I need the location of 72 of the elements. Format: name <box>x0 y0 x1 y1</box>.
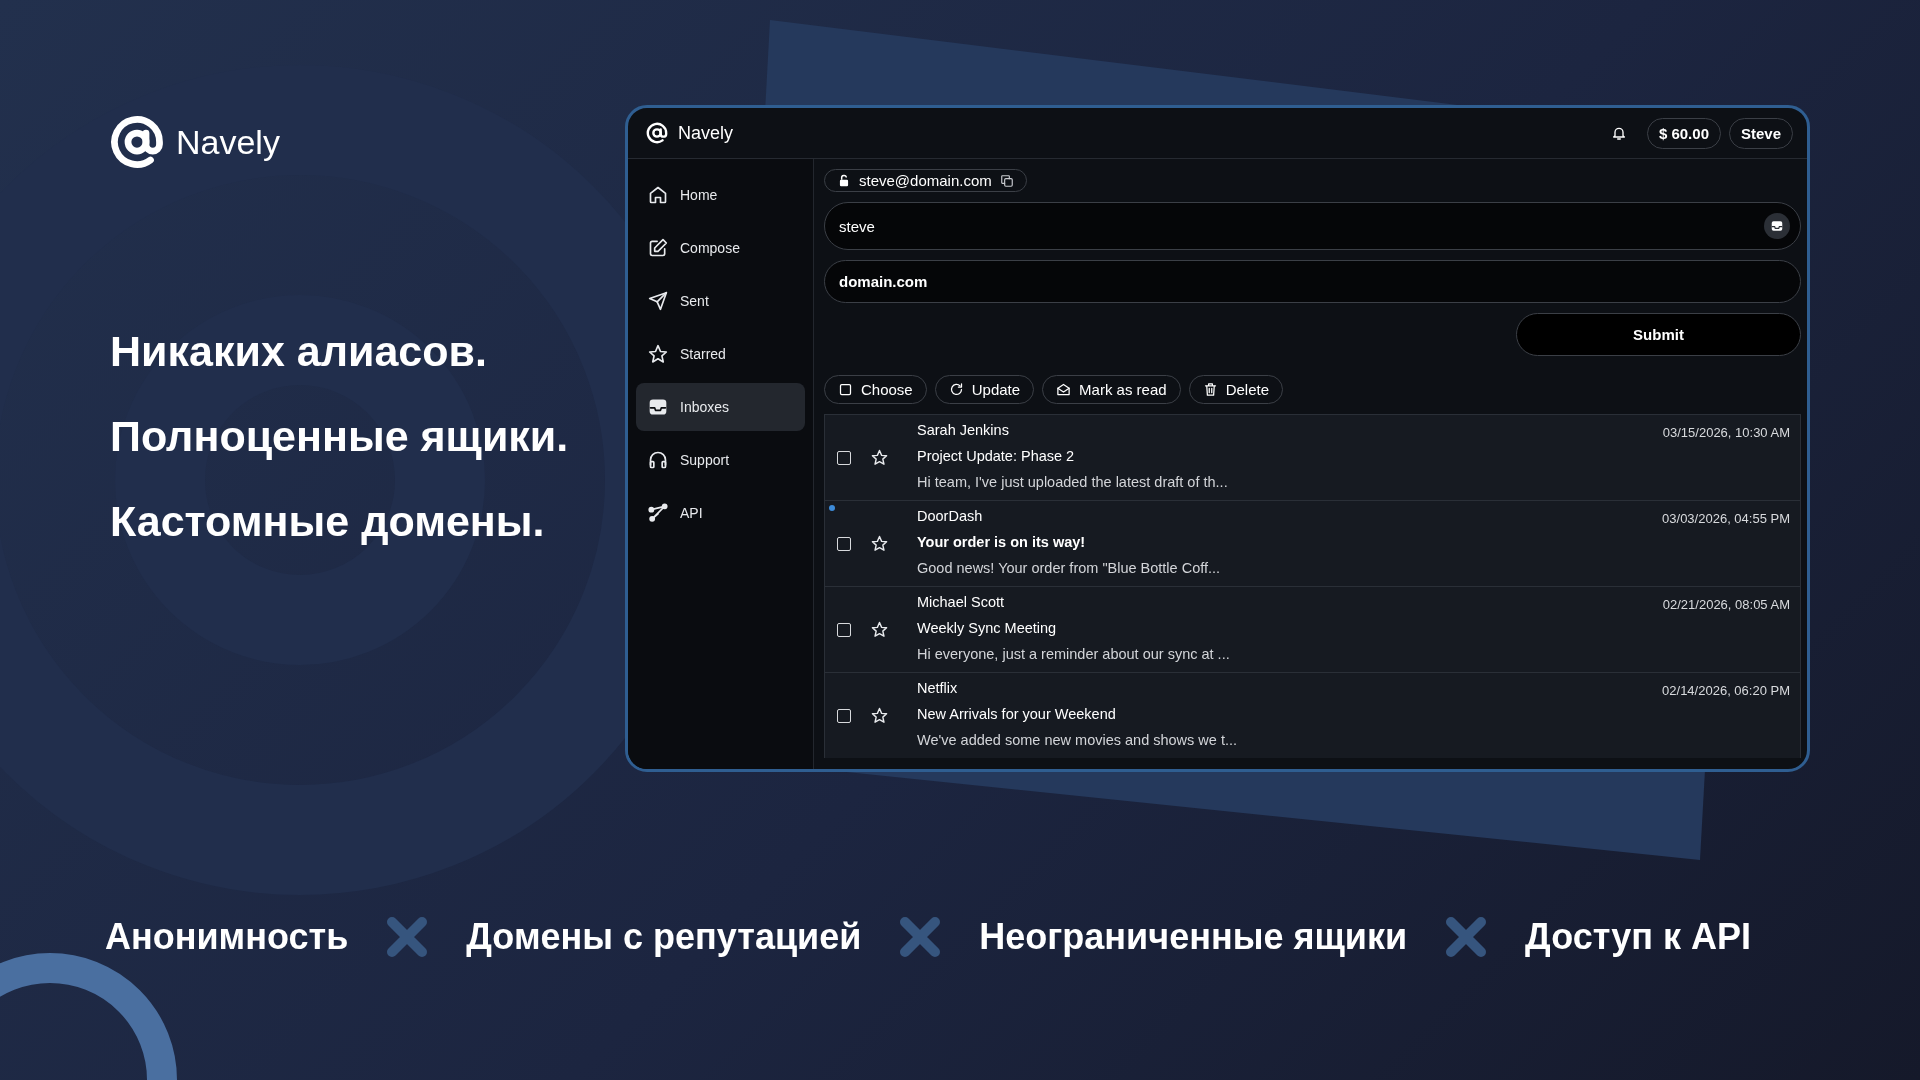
message-row[interactable]: Michael Scott Weekly Sync Meeting Hi everyone, just a reminder about our sync at ... 02/21/2026, 08:05 AM <box>824 586 1801 672</box>
message-subject: New Arrivals for your Weekend <box>917 706 1117 722</box>
sidebar-item[interactable]: API <box>636 489 805 537</box>
message-preview: Hi team, I've just uploaded the latest draft of th... <box>917 474 1229 490</box>
checkbox[interactable] <box>837 450 851 465</box>
inbox-button[interactable] <box>1764 213 1790 239</box>
toolbar-button[interactable]: Delete <box>1188 375 1283 404</box>
balance-button[interactable]: $ 60.00 <box>1646 117 1721 149</box>
sender-name: Sarah Jenkins <box>917 422 1010 438</box>
star-icon[interactable] <box>871 707 888 724</box>
star-icon <box>648 344 668 364</box>
sidebar-item[interactable]: Inboxes <box>636 383 805 431</box>
sender-name: Netflix <box>917 680 959 696</box>
headline: Никаких алиасов. <box>110 329 488 374</box>
checkbox[interactable] <box>837 622 851 637</box>
trash-icon <box>1202 382 1218 397</box>
email-address: steve@domain.com <box>859 172 992 189</box>
message-preview: Good news! Your order from "Blue Bottle Coff... <box>917 560 1222 576</box>
headline: Кастомные домены. <box>110 499 546 544</box>
brand-name: Navely <box>176 122 280 162</box>
message-date: 03/15/2026, 10:30 AM <box>1662 424 1791 442</box>
sidebar-item[interactable]: Support <box>636 436 805 484</box>
message-date: 03/03/2026, 04:55 PM <box>1662 510 1791 528</box>
envelope-icon <box>1056 382 1072 397</box>
refresh-icon <box>948 382 964 397</box>
star-icon[interactable] <box>871 535 888 552</box>
checkbox[interactable] <box>837 536 851 551</box>
message-subject: Your order is on its way! <box>917 534 1087 550</box>
sender-name: Michael Scott <box>917 594 1006 610</box>
sidebar-item[interactable]: Sent <box>636 277 805 325</box>
message-row[interactable]: Sarah Jenkins Project Update: Phase 2 Hi team, I've just uploaded the latest draft of th... 03/15/2026, 10:30 AM <box>824 414 1801 500</box>
lock-icon <box>837 173 851 188</box>
input-field[interactable]: steve <box>824 202 1801 250</box>
sender-name: DoorDash <box>917 508 984 524</box>
message-date: 02/21/2026, 08:05 AM <box>1662 596 1791 614</box>
user-button[interactable]: Steve <box>1728 117 1793 149</box>
bell-icon[interactable] <box>1610 125 1627 141</box>
toolbar-button[interactable]: Choose <box>824 375 927 404</box>
sidebar-item[interactable]: Compose <box>636 224 805 272</box>
feature-label: Домены с репутацией <box>466 916 862 958</box>
message-date: 02/14/2026, 06:20 PM <box>1662 682 1791 700</box>
star-icon[interactable] <box>871 449 888 466</box>
submit-button[interactable]: Submit <box>1516 313 1801 356</box>
sidebar-item[interactable]: Starred <box>636 330 805 378</box>
headset-icon <box>648 450 668 470</box>
message-row[interactable]: Netflix New Arrivals for your Weekend We've added some new movies and shows we t... 02/14/2026, 06:20 PM <box>824 672 1801 758</box>
pencil-square-icon <box>648 238 668 258</box>
copy-icon[interactable] <box>999 173 1014 188</box>
inbox-icon <box>648 397 668 417</box>
at-logo-icon <box>110 115 164 169</box>
send-icon <box>648 291 668 311</box>
checkbox-icon <box>838 382 853 397</box>
message-preview: We've added some new movies and shows we t... <box>917 732 1239 748</box>
toolbar-button[interactable]: Mark as read <box>1042 375 1181 404</box>
headline: Полноценные ящики. <box>110 414 570 459</box>
feature-label: Анонимность <box>105 916 349 958</box>
message-subject: Weekly Sync Meeting <box>917 620 1058 636</box>
feature-label: Неограниченные ящики <box>979 916 1408 958</box>
message-row[interactable]: DoorDash Your order is on its way! Good news! Your order from "Blue Bottle Coff... 03/03/2026, 04:55 PM <box>824 500 1801 586</box>
home-icon <box>648 185 668 205</box>
message-preview: Hi everyone, just a reminder about our sync at ... <box>917 646 1231 662</box>
nodes-icon <box>648 503 668 523</box>
app-title: Navely <box>678 122 735 144</box>
toolbar-button[interactable]: Update <box>934 375 1035 404</box>
at-logo-icon <box>646 122 668 144</box>
inbox-icon <box>1770 219 1784 233</box>
sidebar-item[interactable]: Home <box>636 171 805 219</box>
input-field[interactable]: domain.com <box>824 260 1801 303</box>
feature-label: Доступ к API <box>1525 916 1752 958</box>
message-subject: Project Update: Phase 2 <box>917 448 1076 464</box>
star-icon[interactable] <box>871 621 888 638</box>
checkbox[interactable] <box>837 708 851 723</box>
